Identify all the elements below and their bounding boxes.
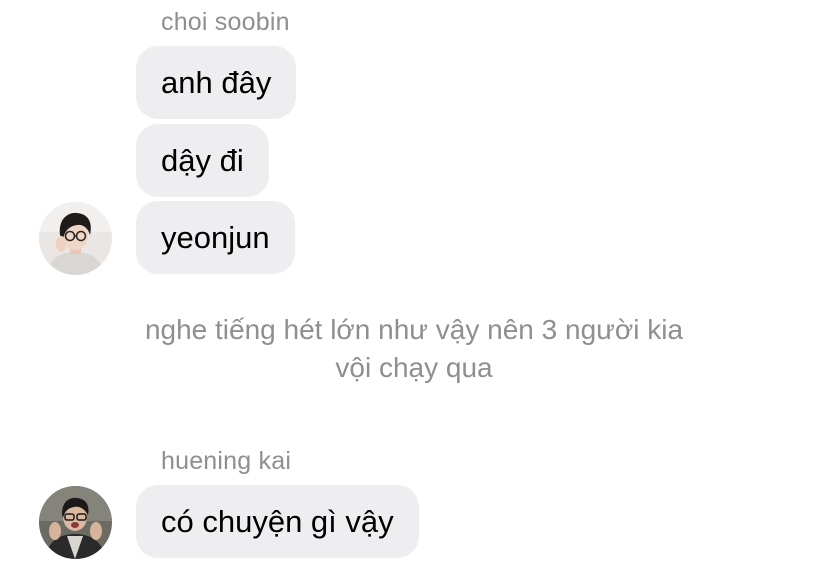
message-bubble[interactable]: anh đây — [136, 46, 297, 119]
avatar[interactable] — [39, 486, 112, 559]
sender-name: huening kai — [161, 447, 292, 475]
profile-photo-icon — [39, 486, 112, 559]
system-message: nghe tiếng hét lớn như vậy nên 3 người k… — [0, 311, 828, 387]
system-message-line: nghe tiếng hét lớn như vậy nên 3 người k… — [144, 314, 684, 345]
message-bubble[interactable]: dậy đi — [136, 124, 269, 197]
profile-photo-icon — [39, 202, 112, 275]
message-bubble[interactable]: yeonjun — [136, 201, 295, 274]
system-message-line: vội chạy qua — [335, 352, 493, 383]
sender-name: choi soobin — [161, 8, 290, 36]
message-bubble[interactable]: có chuyện gì vậy — [136, 485, 419, 558]
avatar[interactable] — [39, 202, 112, 275]
